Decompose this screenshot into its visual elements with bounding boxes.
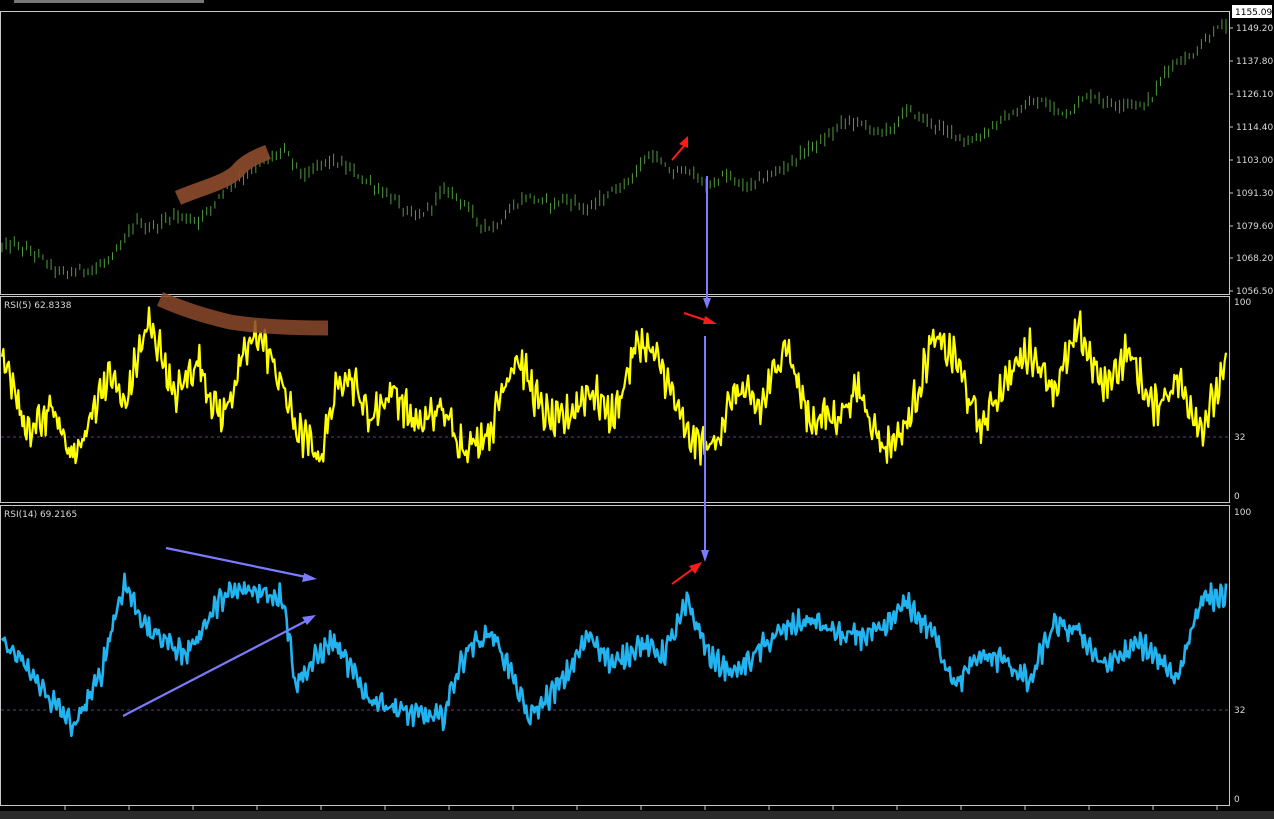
price-tick-label: 1149.20 [1236, 24, 1273, 34]
rsi14-label: RSI(14) 69.2165 [4, 510, 77, 520]
bottom-status-strip [0, 811, 1274, 819]
chart-background [0, 0, 1274, 819]
price-tick-label: 1103.00 [1236, 156, 1273, 166]
rsi5-tick-32: 32 [1234, 433, 1245, 443]
last-price-value: 1155.09 [1235, 8, 1272, 18]
price-tick-label: 1091.30 [1236, 189, 1273, 199]
rsi5-label: RSI(5) 62.8338 [4, 301, 72, 311]
rsi5-tick-100: 100 [1234, 298, 1251, 308]
price-axis: 1149.20 1137.80 1126.10 1114.40 1103.00 1091.… [1229, 24, 1273, 297]
price-tick-label: 1079.60 [1236, 222, 1273, 232]
price-tick-label: 1126.10 [1236, 90, 1273, 100]
rsi5-tick-0: 0 [1234, 492, 1240, 502]
price-tick-label: 1137.80 [1236, 57, 1273, 67]
last-price-label: 1155.09 [1232, 5, 1272, 18]
trading-chart: 1149.20 1137.80 1126.10 1114.40 1103.00 1091.… [0, 0, 1274, 819]
rsi14-tick-100: 100 [1234, 508, 1251, 518]
price-tick-label: 1114.40 [1236, 123, 1273, 133]
rsi14-tick-32: 32 [1234, 706, 1245, 716]
rsi14-tick-0: 0 [1234, 795, 1240, 805]
price-tick-label: 1056.50 [1236, 287, 1273, 297]
title-strip [14, 0, 204, 3]
price-tick-label: 1068.20 [1236, 254, 1273, 264]
